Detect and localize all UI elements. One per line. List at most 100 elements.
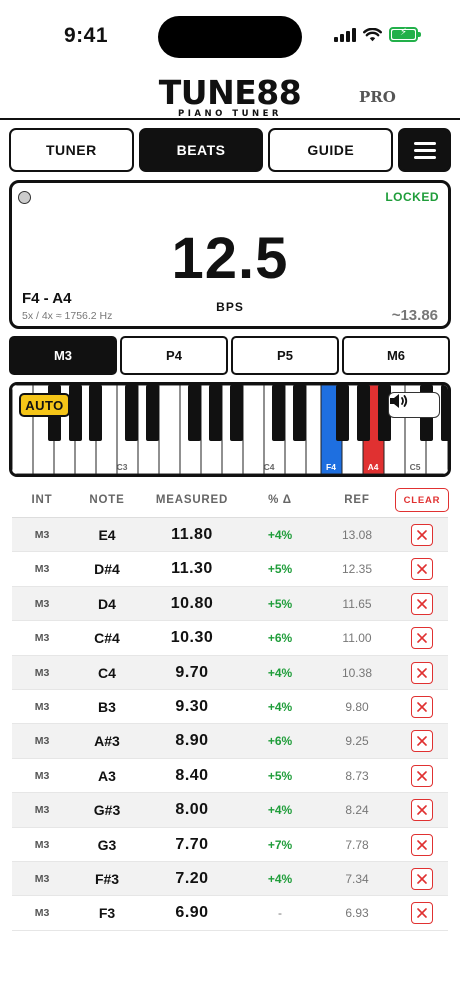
black-key[interactable] (357, 385, 370, 441)
app-header: TUNE88 PIANO TUNER PRO (0, 74, 460, 119)
table-row: M3 D#4 11.30 +5% 12.35 (12, 552, 448, 587)
close-icon (417, 770, 427, 781)
row-measured: 11.80 (171, 526, 213, 543)
delete-row-button[interactable] (411, 799, 433, 822)
menu-button[interactable] (398, 128, 451, 172)
row-measured: 8.90 (175, 732, 209, 750)
header-note: NOTE (89, 494, 125, 506)
row-measured: 9.30 (175, 697, 209, 715)
black-key[interactable] (188, 385, 201, 441)
delete-row-button[interactable] (411, 730, 433, 753)
row-interval: M3 (34, 529, 50, 541)
header-measured: MEASURED (155, 494, 229, 506)
close-icon (417, 702, 427, 712)
tab-beats[interactable]: BEATS (138, 128, 264, 172)
row-pct-delta: +6% (267, 631, 293, 646)
row-pct-delta: +5% (267, 596, 293, 611)
row-note: G3 (97, 836, 117, 853)
key-label-f4: F4 (326, 462, 336, 472)
signal-indicator-dot (18, 191, 31, 204)
row-delete-cell (398, 518, 446, 552)
table-row: M3 F#3 7.20 +4% 7.34 (12, 861, 448, 897)
table-row: M3 C4 9.70 +4% 10.38 (12, 655, 448, 690)
table-row: M3 C#4 10.30 +6% 11.00 (12, 621, 448, 656)
row-pct-delta: - (278, 906, 282, 921)
wifi-icon (363, 27, 382, 41)
black-key[interactable] (336, 385, 349, 441)
black-key[interactable] (125, 385, 138, 441)
row-measured: 8.40 (175, 766, 209, 784)
tab-guide[interactable]: GUIDE (268, 128, 394, 172)
key-label-c3: C3 (117, 462, 128, 472)
measurements-table: M3 E4 11.80 +4% 13.08 M3 D#4 11.30 +5% 12.35 M3 D4 1… (12, 518, 448, 931)
black-key[interactable] (146, 385, 159, 441)
delete-row-button[interactable] (411, 661, 433, 684)
cellular-signal-icon (334, 27, 356, 42)
row-note: D4 (98, 595, 116, 612)
interval-p4-button[interactable]: P4 (120, 336, 228, 375)
key-label-a4: A4 (368, 462, 379, 472)
black-key[interactable] (209, 385, 222, 441)
row-pct-delta: +4% (267, 803, 293, 818)
close-icon (417, 874, 427, 884)
delete-row-button[interactable] (411, 524, 433, 546)
close-icon (417, 530, 427, 540)
delete-row-button[interactable] (411, 558, 433, 581)
speaker-icon (390, 394, 408, 408)
row-pct-delta: +4% (267, 665, 293, 680)
interval-m3-button[interactable]: M3 (9, 336, 117, 375)
delete-row-button[interactable] (411, 695, 433, 718)
row-delete-cell (398, 552, 446, 586)
status-time: 9:41 (64, 24, 109, 47)
row-interval: M3 (34, 666, 50, 679)
row-delete-cell (398, 587, 446, 621)
row-note: A#3 (94, 733, 120, 750)
row-measured: 9.70 (175, 663, 209, 681)
black-key[interactable] (441, 385, 448, 441)
black-key[interactable] (272, 385, 285, 441)
row-pct-delta: +7% (267, 837, 293, 852)
delete-row-button[interactable] (411, 833, 433, 856)
delete-row-button[interactable] (411, 902, 433, 925)
row-delete-cell (398, 621, 446, 655)
white-key[interactable] (158, 385, 181, 474)
row-delete-cell (398, 656, 446, 690)
black-key[interactable] (89, 385, 102, 441)
row-note: G#3 (93, 802, 121, 819)
piano-keys[interactable]: C3 C4 F4 A4 C5 (12, 385, 448, 474)
row-measured: 6.90 (175, 904, 209, 922)
delete-row-button[interactable] (411, 764, 433, 787)
row-measured: 8.00 (175, 801, 209, 819)
black-key[interactable] (293, 385, 306, 441)
table-row: M3 B3 9.30 +4% 9.80 (12, 690, 448, 725)
row-reference: 6.93 (345, 906, 369, 921)
hamburger-menu-icon (413, 141, 436, 159)
white-key[interactable] (305, 385, 322, 474)
row-reference: 8.24 (345, 803, 369, 818)
clear-button[interactable]: CLEAR (395, 488, 449, 512)
row-note: F#3 (94, 870, 120, 887)
play-tone-button[interactable] (388, 392, 440, 418)
table-row: M3 A3 8.40 +5% 8.73 (12, 759, 448, 794)
row-interval: M3 (34, 838, 50, 851)
row-interval: M3 (34, 769, 50, 782)
black-key[interactable] (230, 385, 243, 441)
white-key[interactable] (242, 385, 265, 474)
delete-row-button[interactable] (411, 627, 433, 650)
delete-row-button[interactable] (411, 592, 433, 615)
row-interval: M3 (34, 563, 50, 576)
interval-p5-button[interactable]: P5 (231, 336, 339, 375)
table-row: M3 D4 10.80 +5% 11.65 (12, 586, 448, 622)
row-pct-delta: +5% (267, 768, 293, 783)
table-row: M3 E4 11.80 +4% 13.08 (12, 518, 448, 553)
interval-m6-button[interactable]: M6 (342, 336, 450, 375)
beat-rate-value: 12.5 (171, 226, 289, 291)
close-icon (417, 564, 427, 575)
auto-detect-button[interactable]: AUTO (19, 393, 70, 417)
black-key[interactable] (69, 385, 82, 441)
row-delete-cell (398, 724, 446, 758)
row-note: E4 (98, 527, 116, 543)
tab-tuner[interactable]: TUNER (9, 128, 134, 172)
piano-keyboard[interactable]: C3 C4 F4 A4 C5 AUTO (9, 382, 451, 477)
delete-row-button[interactable] (411, 867, 433, 890)
